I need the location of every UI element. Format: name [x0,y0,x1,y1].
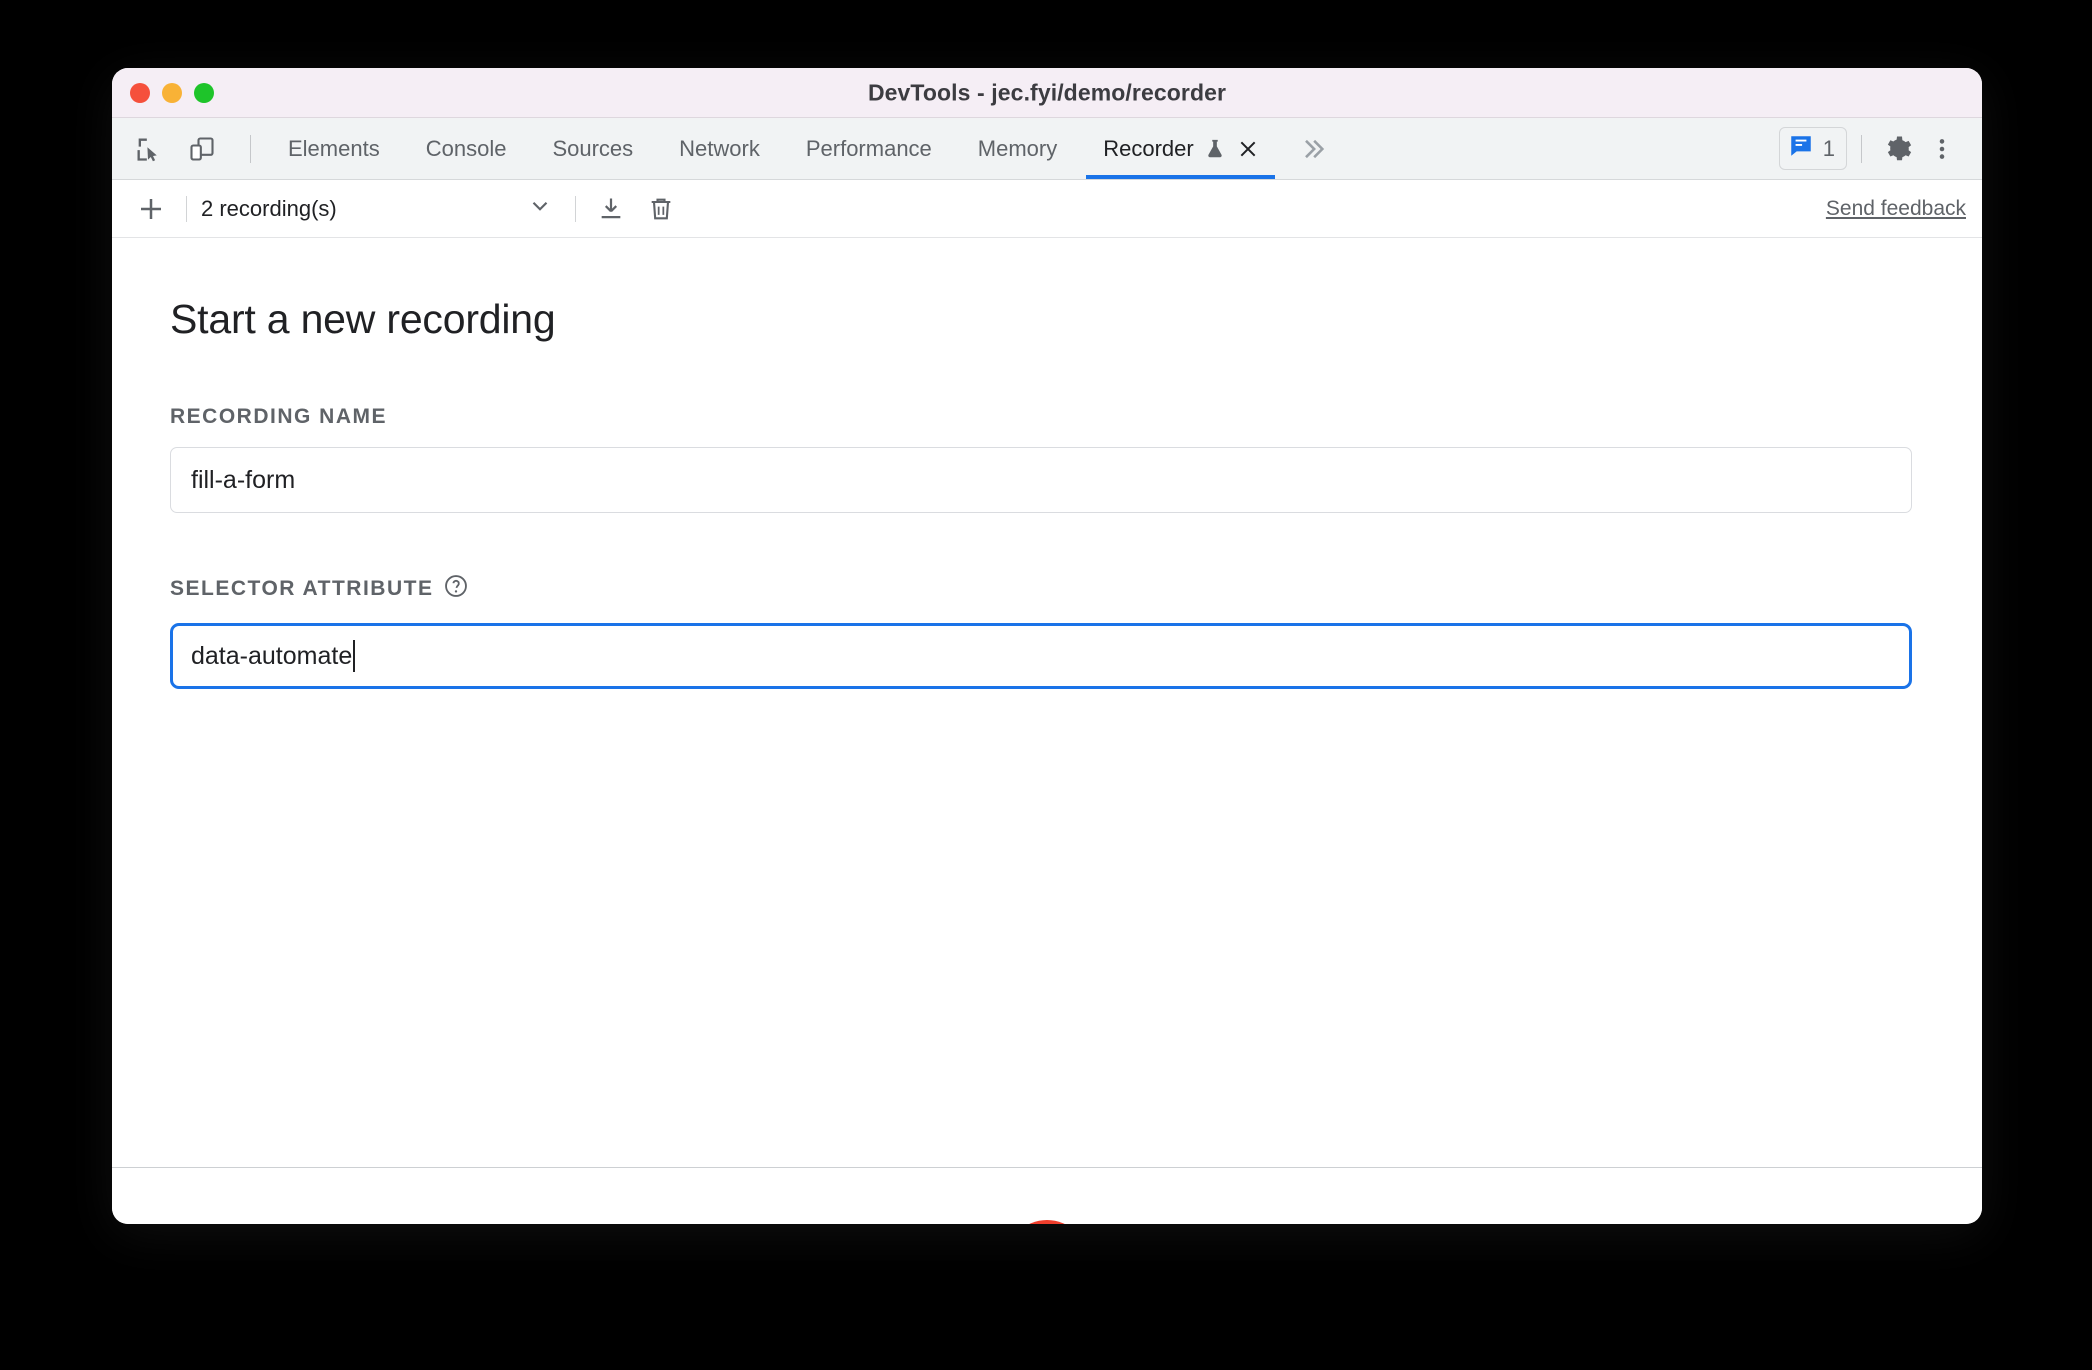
kebab-menu-icon[interactable] [1920,127,1964,171]
recordings-select[interactable]: 2 recording(s) [201,193,561,225]
tab-label: Elements [288,135,380,161]
gear-icon[interactable] [1876,127,1920,171]
recordings-select-value: 2 recording(s) [201,195,337,221]
recording-name-field-group: RECORDING NAME [170,405,1912,513]
toolbar-divider-2 [575,195,576,222]
send-feedback-link[interactable]: Send feedback [1826,197,1966,221]
close-tab-icon[interactable] [1238,139,1258,159]
recorder-toolbar: 2 recording(s) Send feedback [112,180,1982,238]
experiment-flask-icon [1204,138,1226,160]
devtools-tabbar: Elements Console Sources Network Perform… [112,118,1982,180]
tabbar-right-icons: 1 [1778,118,1982,179]
tab-label: Memory [977,135,1058,161]
recording-name-input[interactable] [170,447,1912,513]
devtools-window: DevTools - jec.fyi/demo/recorder Element… [112,68,1982,1224]
recorder-panel: Start a new recording RECORDING NAME SEL… [112,238,1982,1224]
chevron-down-icon [527,193,553,225]
recorder-tool-buttons [590,188,682,230]
tab-label: Sources [552,135,634,161]
recorder-form: Start a new recording RECORDING NAME SEL… [112,238,1982,689]
tabbar-left-icons [112,118,265,179]
tab-label: Recorder [1103,135,1194,161]
window-titlebar: DevTools - jec.fyi/demo/recorder [112,68,1982,118]
recorder-footer: Start a new recording [112,1167,1982,1224]
selector-attribute-input[interactable] [170,623,1912,689]
download-icon[interactable] [590,188,632,230]
issues-icon [1788,133,1814,164]
devtools-tabs: Elements Console Sources Network Perform… [265,118,1281,179]
tab-elements[interactable]: Elements [265,118,403,179]
inspect-element-icon[interactable] [128,129,168,169]
trash-icon[interactable] [640,188,682,230]
tab-performance[interactable]: Performance [783,118,955,179]
tab-console[interactable]: Console [403,118,530,179]
issues-count: 1 [1822,135,1835,161]
page-title: Start a new recording [170,296,556,342]
selector-attribute-input-wrap [170,623,1912,689]
add-recording-button[interactable] [130,188,172,230]
start-recording-button[interactable] [1006,1220,1088,1224]
window-title: DevTools - jec.fyi/demo/recorder [867,79,1227,105]
issues-button[interactable]: 1 [1778,127,1847,170]
selector-attribute-field-group: SELECTOR ATTRIBUTE [170,573,1912,689]
tab-label: Performance [805,135,932,161]
toolbar-divider [250,134,251,163]
selector-attribute-label: SELECTOR ATTRIBUTE [170,573,1912,605]
right-divider [1861,134,1862,163]
tab-recorder[interactable]: Recorder [1080,118,1280,179]
tab-memory[interactable]: Memory [955,118,1080,179]
device-toolbar-icon[interactable] [182,129,222,169]
screen-background: DevTools - jec.fyi/demo/recorder Element… [0,0,2092,1370]
field-label-text: SELECTOR ATTRIBUTE [170,577,434,600]
tab-label: Network [679,135,760,161]
toolbar-divider [186,195,187,222]
tab-network[interactable]: Network [656,118,783,179]
recording-name-label: RECORDING NAME [170,405,1912,429]
field-label-text: RECORDING NAME [170,405,388,428]
text-caret [353,640,355,672]
tab-label: Console [425,135,507,161]
tabs-overflow-chevron-icon[interactable] [1281,118,1345,179]
tab-sources[interactable]: Sources [529,118,656,179]
help-circle-icon[interactable] [443,573,469,605]
